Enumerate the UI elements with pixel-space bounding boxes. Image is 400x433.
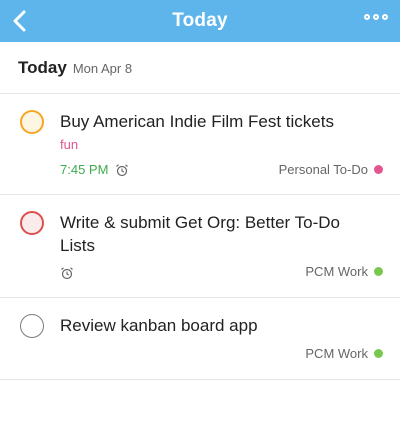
- more-dot: [373, 14, 379, 20]
- task-row[interactable]: Buy American Indie Film Fest tickets fun…: [0, 94, 400, 195]
- list-color-dot: [374, 267, 383, 276]
- chevron-left-icon: [13, 10, 26, 32]
- task-checkbox[interactable]: [20, 110, 44, 134]
- more-dot: [364, 14, 370, 20]
- task-title: Buy American Indie Film Fest tickets: [60, 112, 334, 131]
- task-title: Review kanban board app: [60, 316, 258, 335]
- list-color-dot: [374, 349, 383, 358]
- task-row[interactable]: Review kanban board app PCM Work: [0, 298, 400, 380]
- task-row[interactable]: Write & submit Get Org: Better To-Do Lis…: [0, 195, 400, 298]
- task-list-label[interactable]: Personal To-Do: [279, 162, 383, 177]
- task-checkbox[interactable]: [20, 314, 44, 338]
- page-title: Today: [172, 10, 228, 31]
- list-color-dot: [374, 165, 383, 174]
- top-nav-bar: Today: [0, 0, 400, 42]
- task-list-label[interactable]: PCM Work: [305, 346, 383, 361]
- section-title: Today: [18, 57, 67, 77]
- task-title: Write & submit Get Org: Better To-Do Lis…: [60, 213, 340, 255]
- task-checkbox[interactable]: [20, 211, 44, 235]
- more-dot: [382, 14, 388, 20]
- task-reminder: [60, 266, 74, 280]
- task-tag[interactable]: fun: [60, 137, 78, 152]
- task-time: 7:45 PM: [60, 162, 109, 177]
- task-list-label[interactable]: PCM Work: [305, 264, 383, 279]
- list-name: Personal To-Do: [278, 162, 368, 177]
- more-dots-icon[interactable]: [364, 14, 388, 20]
- back-button[interactable]: [10, 9, 28, 33]
- section-date: Mon Apr 8: [72, 61, 133, 76]
- alarm-clock-icon[interactable]: [60, 266, 74, 280]
- list-name: PCM Work: [305, 264, 368, 279]
- task-reminder: 7:45 PM: [60, 162, 129, 177]
- alarm-clock-icon[interactable]: [115, 163, 129, 177]
- list-name: PCM Work: [305, 346, 368, 361]
- date-section-header: Today Mon Apr 8: [0, 42, 400, 94]
